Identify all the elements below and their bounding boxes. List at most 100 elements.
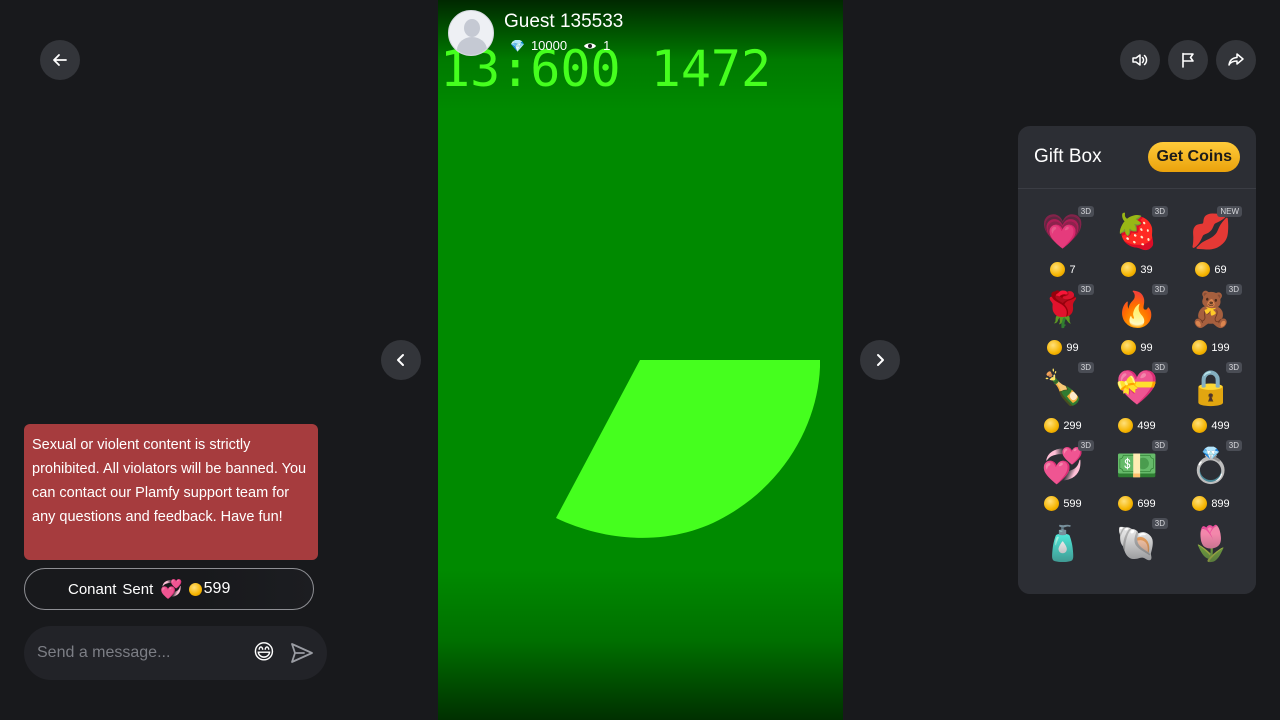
rules-notice: Sexual or violent content is strictly pr… [24, 424, 318, 560]
gift-box-header: Gift Box Get Coins [1018, 126, 1256, 189]
sound-button[interactable] [1120, 40, 1160, 80]
coin-icon [1192, 340, 1208, 355]
gift-price: 699 [1118, 496, 1156, 511]
host-stats: 💎 10000 1 [510, 38, 626, 53]
gift-item[interactable]: 3D 🔥 99 [1100, 282, 1174, 360]
gift-sender: Conant [68, 580, 117, 598]
coin-icon [188, 582, 202, 596]
gift-badge: NEW [1217, 206, 1242, 217]
gift-price-value: 99 [1066, 341, 1079, 354]
champagne-icon: 🍾 [1041, 369, 1085, 407]
share-icon [1228, 53, 1244, 66]
gift-badge: 3D [1225, 440, 1242, 451]
gift-item[interactable]: 3D 🐚 [1100, 516, 1174, 594]
gift-price-value: 499 [1211, 419, 1230, 432]
gift-item[interactable]: 3D 🧸 199 [1174, 282, 1248, 360]
gift-badge: 3D [1225, 362, 1242, 373]
gift-price: 99 [1047, 340, 1079, 355]
diamond-stat: 💎 10000 [510, 38, 567, 53]
get-coins-button[interactable]: Get Coins [1148, 142, 1240, 172]
gift-item[interactable]: 3D 💞 599 [1026, 438, 1100, 516]
gift-badge: 3D [1077, 362, 1094, 373]
gift-item[interactable]: 3D 💍 899 [1174, 438, 1248, 516]
eye-icon [584, 42, 597, 49]
teddy-bear-icon: 🧸 [1189, 291, 1233, 329]
arrow-left-icon [53, 54, 67, 66]
host-header: Guest 135533 💎 10000 1 [448, 10, 626, 56]
coin-icon [1118, 418, 1134, 433]
gift-price: 99 [1121, 340, 1153, 355]
hearts-gift-icon: 💞 [160, 578, 183, 599]
diamond-icon: 💎 [510, 38, 525, 53]
gift-price-value: 899 [1211, 497, 1230, 510]
gift-badge: 3D [1151, 440, 1168, 451]
gift-badge: 3D [1151, 518, 1168, 529]
gift-sent-message: Conant Sent 💞 599 [24, 568, 314, 610]
live-stream-page: 13:600 1472 Guest 135533 💎 10000 1 Sexua… [0, 0, 1280, 720]
previous-stream-button[interactable] [381, 340, 421, 380]
message-input[interactable] [37, 644, 242, 662]
video-stream[interactable]: 13:600 1472 [438, 0, 843, 720]
gift-badge: 3D [1151, 362, 1168, 373]
coin-icon [1044, 496, 1060, 511]
gift-item[interactable]: 3D 🍓 39 [1100, 204, 1174, 282]
gift-item[interactable]: 3D 💗 7 [1026, 204, 1100, 282]
next-stream-button[interactable] [860, 340, 900, 380]
gift-price: 599 [1044, 496, 1082, 511]
gift-item[interactable]: 🌷 [1174, 516, 1248, 594]
gift-item[interactable]: 3D 💝 499 [1100, 360, 1174, 438]
report-button[interactable] [1168, 40, 1208, 80]
host-name[interactable]: Guest 135533 [504, 10, 626, 34]
money-stack-icon: 💵 [1115, 447, 1159, 485]
chevron-right-icon [877, 354, 884, 366]
gift-item[interactable]: 3D 🌹 99 [1026, 282, 1100, 360]
send-button[interactable] [290, 642, 314, 664]
avatar-body [457, 37, 487, 55]
gift-price-value: 199 [1211, 341, 1230, 354]
gift-item[interactable]: NEW 💋 69 [1174, 204, 1248, 282]
gift-price: 499 [1118, 418, 1156, 433]
gift-price-value: 299 [1063, 419, 1082, 432]
gift-box-title: Gift Box [1034, 146, 1102, 167]
coin-icon [1195, 262, 1211, 277]
gift-badge: 3D [1077, 440, 1094, 451]
emoji-button[interactable]: 😄 [253, 641, 277, 665]
host-info: Guest 135533 💎 10000 1 [504, 10, 626, 53]
ring-icon: 💍 [1189, 447, 1233, 485]
gift-price-value: 699 [1137, 497, 1156, 510]
coin-icon [1121, 262, 1137, 277]
share-button[interactable] [1216, 40, 1256, 80]
gift-box-panel: Gift Box Get Coins 3D 💗 7 3D 🍓 39 NEW 💋 69 3D 🌹 99 3… [1018, 126, 1256, 594]
gift-action: Sent [122, 580, 154, 598]
gift-price-value: 99 [1140, 341, 1153, 354]
gift-item[interactable]: 3D 💵 699 [1100, 438, 1174, 516]
gift-price: 69 [1195, 262, 1227, 277]
speaker-icon [1132, 54, 1148, 66]
gift-badge: 3D [1077, 206, 1094, 217]
back-button[interactable] [40, 40, 80, 80]
gift-item[interactable]: 3D 🔒 499 [1174, 360, 1248, 438]
gift-price: 299 [1044, 418, 1082, 433]
gift-price: 199 [1192, 340, 1230, 355]
coin-icon [1118, 496, 1134, 511]
coin-icon [1050, 262, 1066, 277]
gift-price: 499 [1192, 418, 1230, 433]
strawberry-icon: 🍓 [1115, 213, 1159, 251]
gift-badge: 3D [1151, 206, 1168, 217]
message-composer: 😄 [24, 626, 327, 680]
gift-item[interactable]: 3D 🍾 299 [1026, 360, 1100, 438]
gift-amount: 599 [203, 580, 231, 597]
gift-badge: 3D [1151, 284, 1168, 295]
gift-item[interactable]: 🧴 [1026, 516, 1100, 594]
perfume-icon: 🧴 [1041, 525, 1085, 563]
gift-grid: 3D 💗 7 3D 🍓 39 NEW 💋 69 3D 🌹 99 3D 🔥 99 3D 🧸 199 3D 🍾 299 3D 💝… [1026, 204, 1248, 594]
tulips-icon: 🌷 [1189, 525, 1233, 563]
gift-price: 899 [1192, 496, 1230, 511]
diamond-count: 10000 [530, 38, 568, 53]
gift-price-value: 7 [1069, 263, 1076, 276]
rose-icon: 🌹 [1041, 291, 1085, 329]
gift-price: 39 [1121, 262, 1153, 277]
gift-price: 7 [1050, 262, 1076, 277]
gift-price-value: 599 [1063, 497, 1082, 510]
avatar[interactable] [448, 10, 494, 56]
